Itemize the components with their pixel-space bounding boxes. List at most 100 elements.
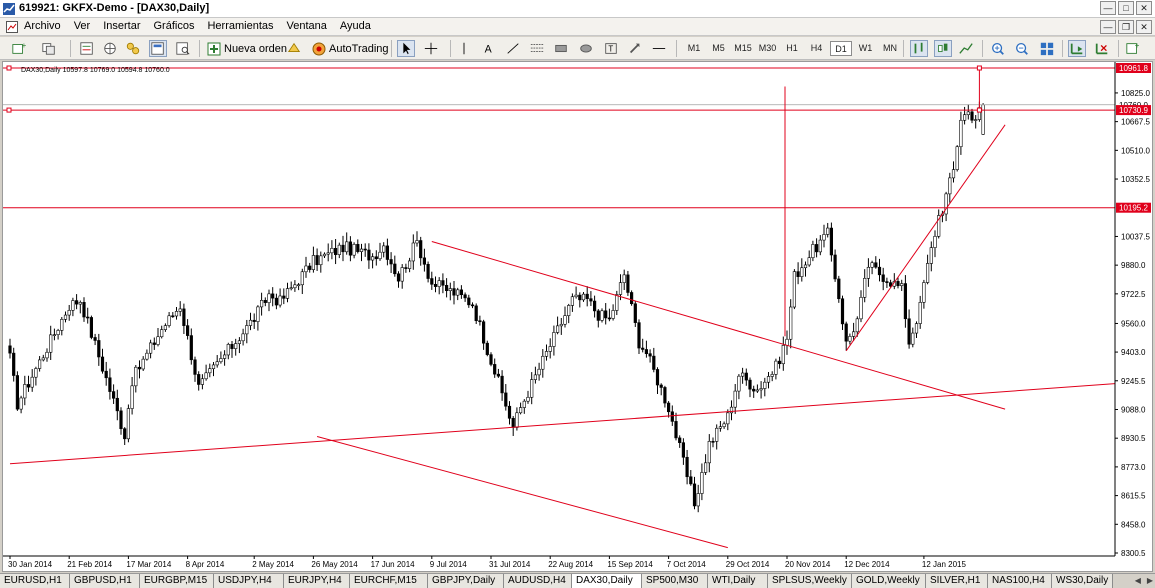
tab-sp500-m30[interactable]: SP500,M30: [642, 574, 708, 588]
chart-window[interactable]: 10825.0 10667.5 10510.0 10352.5 10037.5 9880.…: [2, 61, 1153, 572]
auto-scroll-icon[interactable]: [1068, 40, 1086, 57]
ellipse-icon[interactable]: [577, 40, 595, 57]
candle-bear: [75, 300, 79, 305]
tab-audusd-h4[interactable]: AUDUSD,H4: [504, 574, 572, 588]
chart-minimize-button[interactable]: —: [1100, 20, 1116, 34]
trend-line[interactable]: [9, 383, 1116, 465]
trend-line[interactable]: [431, 240, 1006, 410]
timeframe-button-h1[interactable]: H1: [781, 41, 803, 56]
menu-item-ayuda[interactable]: Ayuda: [340, 20, 371, 32]
price-tick-label: 10352.5: [1121, 175, 1150, 184]
candle-bull: [304, 265, 308, 273]
candle-bear: [463, 294, 467, 299]
tab-scroll-right-icon[interactable]: ▶: [1147, 576, 1153, 585]
menu-item-gr-ficos[interactable]: Gráficos: [154, 20, 195, 32]
tab-eurjpy-h4[interactable]: EURJPY,H4: [284, 574, 350, 588]
profiles-icon[interactable]: [40, 40, 58, 57]
strategy-tester-icon[interactable]: [174, 40, 192, 57]
trend-line[interactable]: [845, 124, 1006, 352]
timeframe-button-m15[interactable]: M15: [732, 41, 754, 56]
tab-ws30-daily[interactable]: WS30,Daily: [1052, 574, 1114, 588]
tab-eurusd-h1[interactable]: EURUSD,H1: [0, 574, 70, 588]
timeframe-button-mn[interactable]: MN: [879, 41, 901, 56]
line-handle[interactable]: [6, 107, 12, 113]
candle-bear: [104, 370, 108, 379]
tab-usdjpy-h4[interactable]: USDJPY,H4: [214, 574, 284, 588]
candle-bull: [911, 332, 915, 345]
trend-line[interactable]: [316, 435, 728, 549]
order-marker[interactable]: [976, 65, 982, 71]
candle-bear: [467, 297, 471, 306]
zoom-out-icon[interactable]: [1013, 40, 1031, 57]
menu-item-archivo[interactable]: Archivo: [24, 20, 61, 32]
autotrading-label: AutoTrading: [329, 42, 389, 55]
candle-bear: [182, 308, 186, 326]
tab-silver-h1[interactable]: SILVER,H1: [926, 574, 988, 588]
horizontal-line-icon[interactable]: [650, 40, 668, 57]
menu-item-herramientas[interactable]: Herramientas: [207, 20, 273, 32]
expert-advisors-icon[interactable]: [285, 40, 303, 57]
timeframe-button-m5[interactable]: M5: [708, 41, 730, 56]
market-watch-icon[interactable]: [78, 40, 96, 57]
tab-dax30-daily[interactable]: DAX30,Daily: [572, 574, 642, 588]
autotrading-button[interactable]: AutoTrading: [309, 40, 392, 57]
tile-windows-icon[interactable]: [1038, 40, 1056, 57]
menu-item-insertar[interactable]: Insertar: [103, 20, 140, 32]
timeframe-button-m1[interactable]: M1: [683, 41, 705, 56]
menu-item-ver[interactable]: Ver: [74, 20, 91, 32]
new-chart-icon[interactable]: +: [10, 40, 28, 57]
candle-bull: [56, 330, 60, 335]
data-window-icon[interactable]: [101, 40, 119, 57]
indicators-icon[interactable]: +: [1124, 40, 1142, 57]
candle-bear: [356, 244, 360, 252]
chart-window-icon[interactable]: [6, 21, 18, 33]
candle-bull: [322, 253, 327, 257]
fibonacci-icon[interactable]: [528, 40, 546, 57]
vertical-line-icon[interactable]: [455, 40, 473, 57]
timeframe-button-h4[interactable]: H4: [806, 41, 828, 56]
tab-scroll-left-icon[interactable]: ◀: [1135, 576, 1141, 585]
tab-gold-weekly[interactable]: GOLD,Weekly: [852, 574, 926, 588]
timeframe-button-w1[interactable]: W1: [855, 41, 877, 56]
order-marker[interactable]: [976, 107, 982, 113]
bar-chart-icon[interactable]: [910, 40, 928, 57]
chart-restore-button[interactable]: ❐: [1118, 20, 1134, 34]
chart-close-button[interactable]: ✕: [1136, 20, 1152, 34]
cursor-icon[interactable]: [397, 40, 415, 57]
candlestick-icon[interactable]: [934, 40, 952, 57]
price-chart[interactable]: 10825.0 10667.5 10510.0 10352.5 10037.5 9880.…: [3, 62, 1152, 571]
candle-bull: [944, 193, 948, 215]
tab-nas100-h4[interactable]: NAS100,H4: [988, 574, 1052, 588]
chart-shift-icon[interactable]: [1093, 40, 1111, 57]
text-label-icon[interactable]: T: [602, 40, 620, 57]
candle-bull: [156, 336, 160, 345]
candle-bear: [433, 283, 438, 287]
timeframe-button-m30[interactable]: M30: [757, 41, 779, 56]
date-tick-label: 17 Mar 2014: [126, 560, 171, 569]
navigator-icon[interactable]: [124, 40, 142, 57]
candle-bull: [763, 381, 767, 389]
candle-bull: [574, 294, 578, 298]
terminal-icon[interactable]: [149, 40, 167, 57]
tab-splsus-weekly[interactable]: SPLSUS,Weekly: [768, 574, 852, 588]
tab-gbpusd-h1[interactable]: GBPUSD,H1: [70, 574, 140, 588]
minimize-button[interactable]: —: [1100, 1, 1116, 15]
maximize-button[interactable]: □: [1118, 1, 1134, 15]
tab-eurchf-m15[interactable]: EURCHF,M15: [350, 574, 428, 588]
tab-gbpjpy-daily[interactable]: GBPJPY,Daily: [428, 574, 504, 588]
arrow-tool-icon[interactable]: [626, 40, 644, 57]
text-tool-icon[interactable]: A: [480, 40, 498, 57]
timeframe-button-d1[interactable]: D1: [830, 41, 852, 56]
new-order-button[interactable]: Nueva orden: [204, 40, 290, 57]
rectangle-icon[interactable]: [552, 40, 570, 57]
tab-wti-daily[interactable]: WTI,Daily: [708, 574, 768, 588]
zoom-in-icon[interactable]: [989, 40, 1007, 57]
crosshair-icon[interactable]: [422, 40, 440, 57]
trendline-icon[interactable]: [504, 40, 522, 57]
candle-bear: [315, 255, 319, 266]
line-handle[interactable]: [6, 65, 12, 71]
tab-eurgbp-m15[interactable]: EURGBP,M15: [140, 574, 214, 588]
close-button[interactable]: ✕: [1136, 1, 1152, 15]
menu-item-ventana[interactable]: Ventana: [287, 20, 327, 32]
line-chart-icon[interactable]: [957, 40, 975, 57]
